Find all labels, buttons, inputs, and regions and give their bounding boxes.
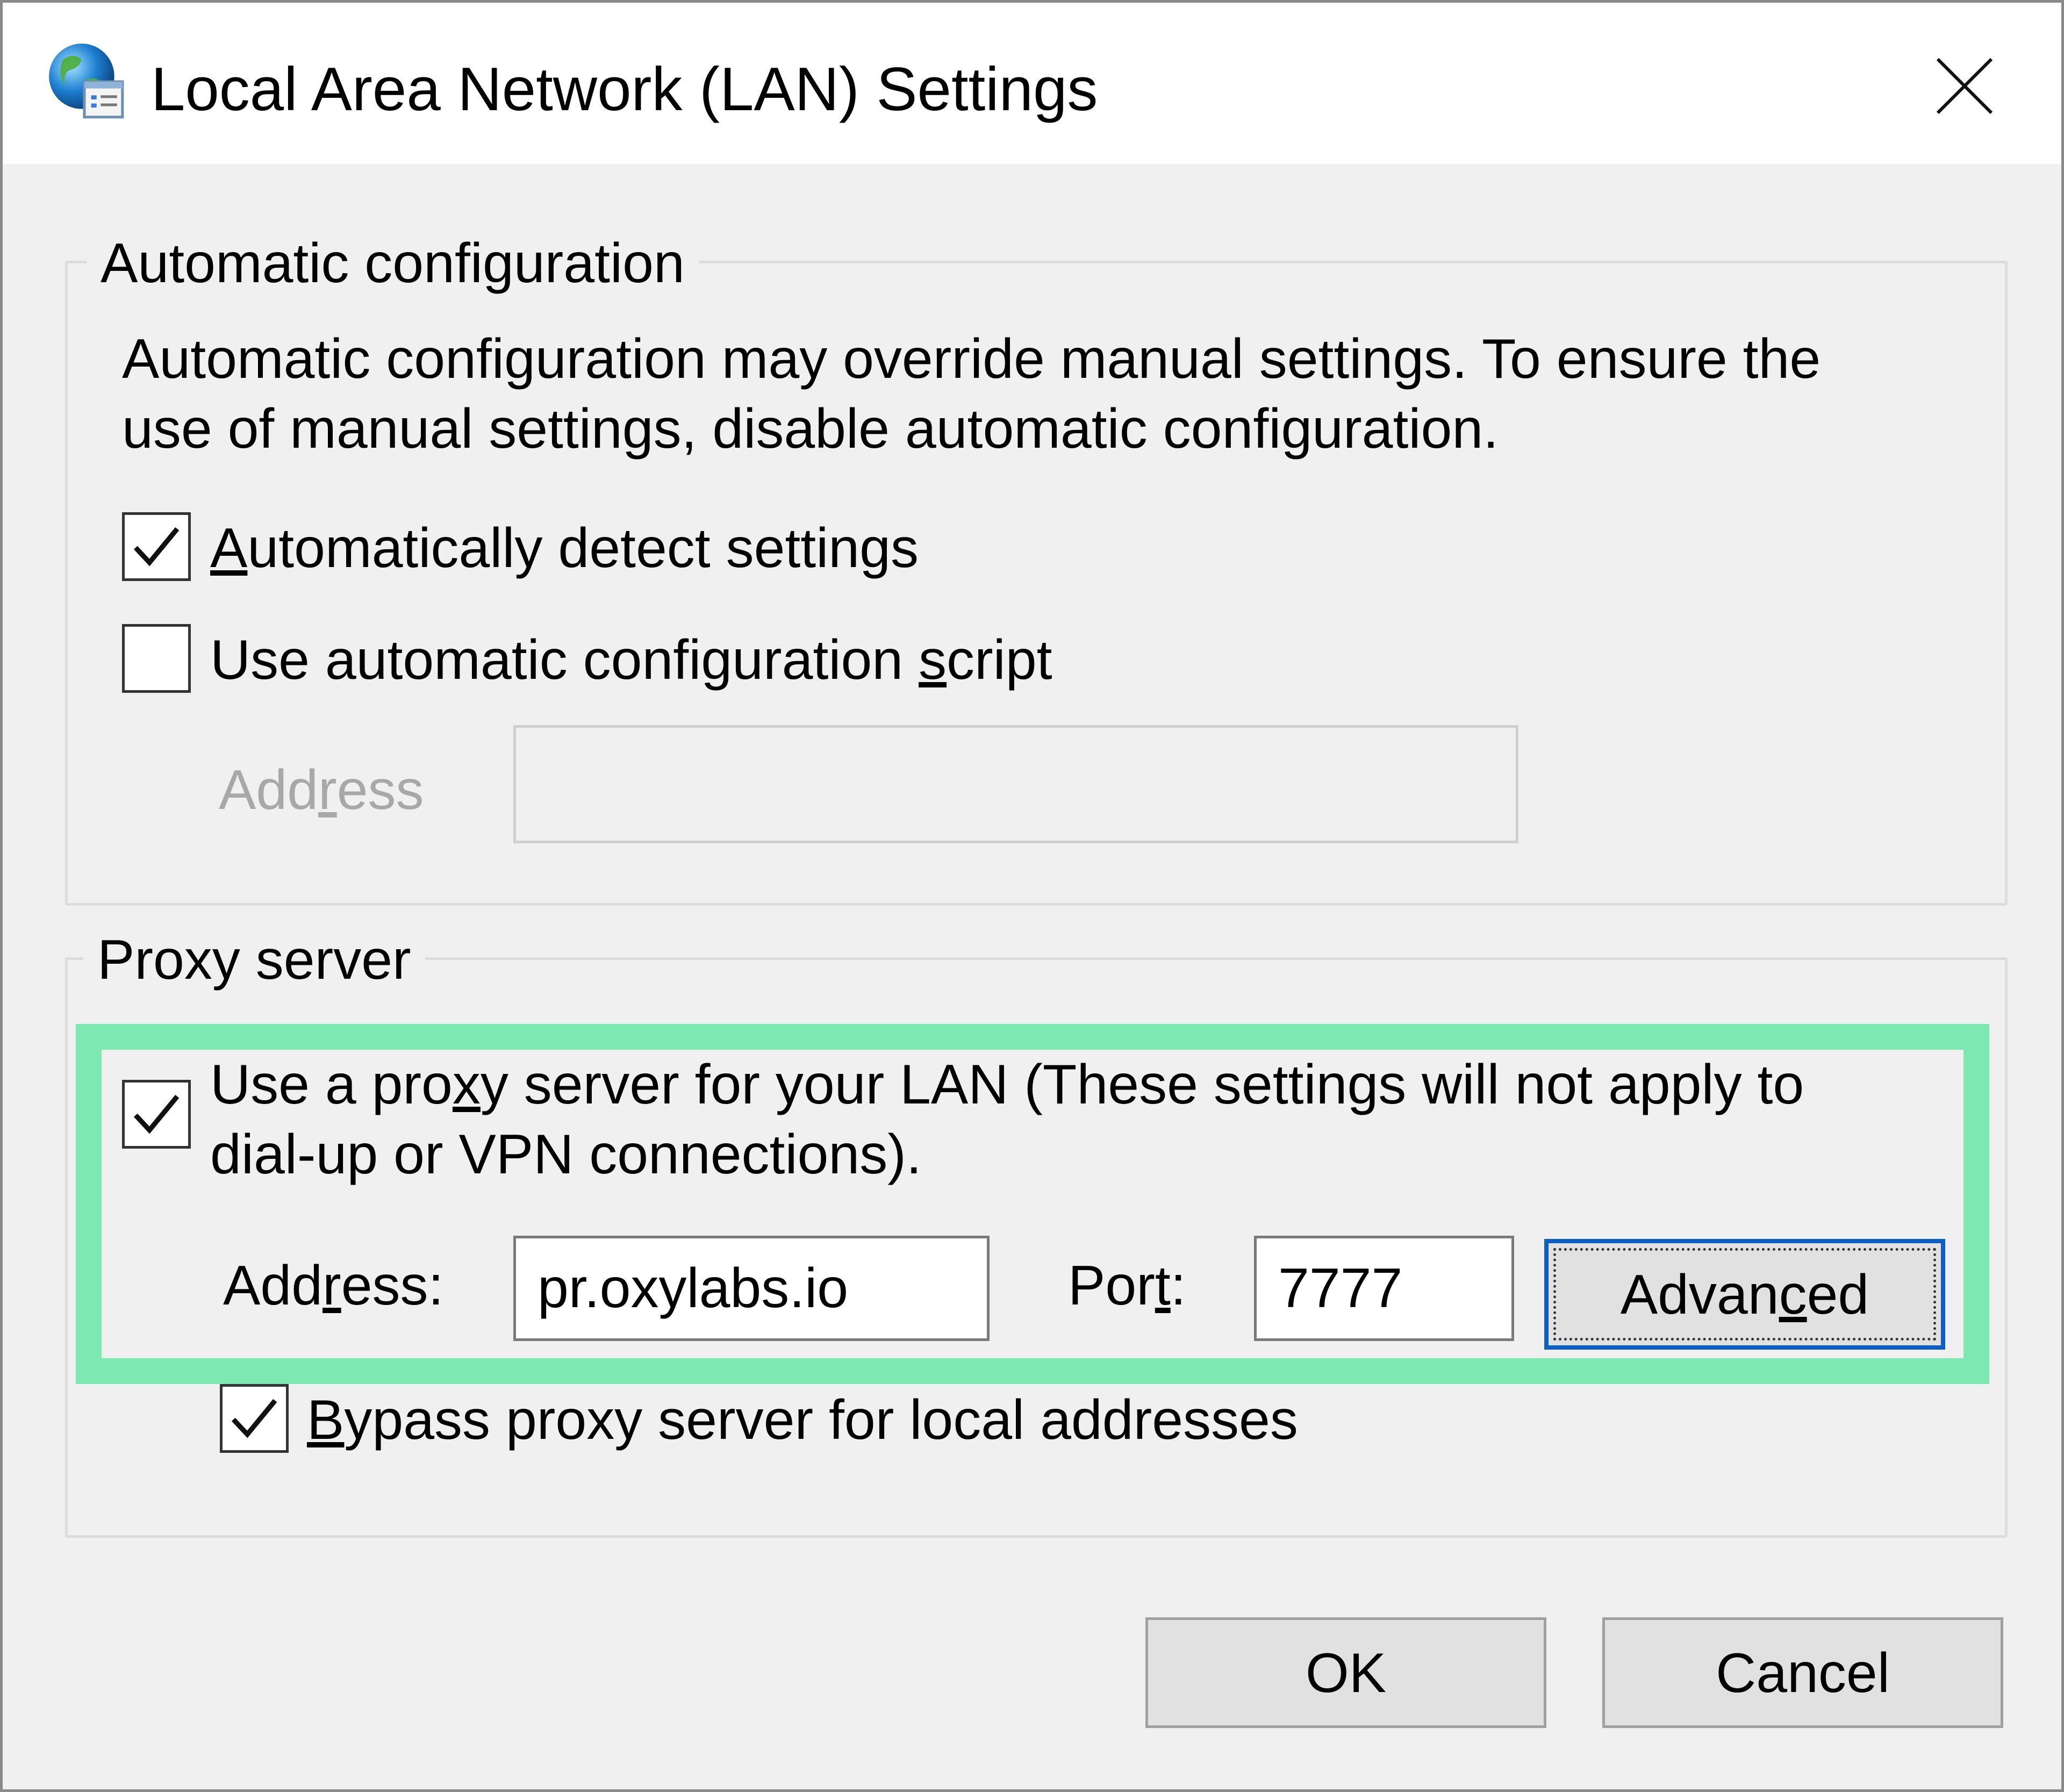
advanced-button[interactable]: Advanced — [1544, 1239, 1945, 1350]
close-icon — [1936, 58, 1993, 114]
close-button[interactable] — [1927, 51, 2002, 121]
checkmark-icon — [133, 527, 180, 567]
use-auto-config-script-label[interactable]: Use automatic configuration script — [210, 625, 1052, 695]
automatic-configuration-legend: Automatic configuration — [87, 228, 699, 298]
auto-config-address-label: Address — [219, 759, 424, 821]
ok-button[interactable]: OK — [1145, 1617, 1546, 1728]
use-proxy-server-label-line2[interactable]: dial-up or VPN connections). — [210, 1120, 922, 1189]
checkmark-icon — [133, 1094, 180, 1134]
bypass-local-addresses-checkbox[interactable] — [220, 1384, 289, 1453]
proxy-port-input[interactable] — [1254, 1236, 1514, 1341]
use-auto-config-script-checkbox[interactable] — [122, 624, 191, 693]
bypass-local-addresses-label[interactable]: Bypass proxy server for local addresses — [307, 1385, 1298, 1455]
proxy-server-legend: Proxy server — [83, 925, 425, 995]
auto-detect-settings-label[interactable]: Automatically detect settings — [210, 513, 919, 583]
checkmark-icon — [231, 1399, 277, 1438]
cancel-button[interactable]: Cancel — [1602, 1617, 2003, 1728]
internet-options-globe-icon — [44, 38, 131, 125]
window-title: Local Area Network (LAN) Settings — [151, 55, 1098, 124]
lan-settings-dialog: Local Area Network (LAN) Settings Automa… — [0, 0, 2064, 1792]
auto-config-description-line1: Automatic configuration may override man… — [122, 328, 1821, 390]
title-bar: Local Area Network (LAN) Settings — [3, 3, 2061, 164]
use-proxy-server-checkbox[interactable] — [122, 1080, 191, 1149]
proxy-address-input[interactable] — [513, 1236, 990, 1341]
proxy-address-label: Address: — [223, 1255, 444, 1317]
auto-config-address-input — [513, 725, 1518, 843]
auto-detect-settings-checkbox[interactable] — [122, 512, 191, 581]
auto-config-description-line2: use of manual settings, disable automati… — [122, 398, 1499, 460]
use-proxy-server-label-line1[interactable]: Use a proxy server for your LAN (These s… — [210, 1050, 1804, 1120]
proxy-port-label: Port: — [1068, 1255, 1186, 1317]
